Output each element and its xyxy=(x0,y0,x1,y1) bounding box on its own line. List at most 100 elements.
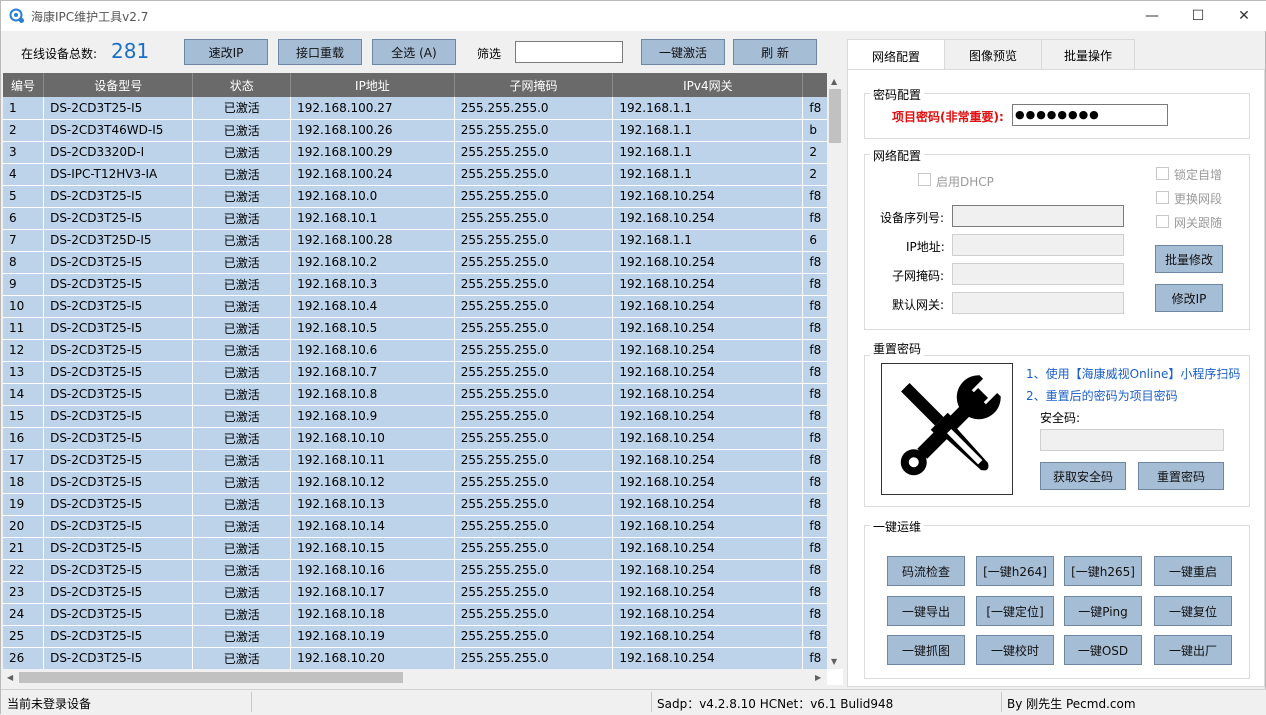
table-row[interactable]: 15 DS-2CD3T25-I5 已激活 192.168.10.9 255.255.25… xyxy=(3,405,843,428)
table-row[interactable]: 1 DS-2CD3T25-I5 已激活 192.168.100.27 255.255.2… xyxy=(3,97,843,120)
close-button[interactable]: ✕ xyxy=(1221,1,1266,31)
refresh-button[interactable]: 刷 新 xyxy=(733,39,817,65)
mask-input[interactable] xyxy=(952,263,1124,285)
maximize-button[interactable]: ☐ xyxy=(1175,1,1221,31)
column-header[interactable]: IPv4网关 xyxy=(612,73,804,97)
column-header[interactable]: IP地址 xyxy=(290,73,455,97)
table-row[interactable]: 23 DS-2CD3T25-I5 已激活 192.168.10.17 255.255.2… xyxy=(3,581,843,604)
gateway-input[interactable] xyxy=(952,292,1124,314)
table-cell: 255.255.255.0 xyxy=(454,537,614,560)
vertical-scrollbar[interactable] xyxy=(827,73,843,669)
table-cell: 255.255.255.0 xyxy=(454,119,614,142)
table-cell: 192.168.10.3 xyxy=(290,273,455,296)
scroll-left-icon[interactable]: ◀ xyxy=(7,673,13,682)
table-cell: 255.255.255.0 xyxy=(454,317,614,340)
minimize-button[interactable]: — xyxy=(1129,1,1175,31)
scroll-right-icon[interactable]: ▶ xyxy=(815,673,821,682)
reset-password-button[interactable]: 重置密码 xyxy=(1138,462,1224,490)
tab-network-config[interactable]: 网络配置 xyxy=(847,39,945,72)
ops-button[interactable]: 一键复位 xyxy=(1154,596,1232,626)
lock-increment-checkbox[interactable] xyxy=(1156,167,1169,180)
table-cell: 192.168.10.14 xyxy=(290,515,455,538)
ops-button[interactable]: [一键定位] xyxy=(976,596,1054,626)
scroll-down-icon[interactable]: ▼ xyxy=(831,657,837,666)
vertical-scroll-thumb[interactable] xyxy=(829,89,841,143)
table-row[interactable]: 5 DS-2CD3T25-I5 已激活 192.168.10.0 255.255.255… xyxy=(3,185,843,208)
scroll-up-icon[interactable]: ▲ xyxy=(831,77,837,86)
serial-input[interactable] xyxy=(952,205,1124,227)
status-bar: 当前未登录设备 Sadp：v4.2.8.10 HCNet：v6.1 Bulid9… xyxy=(1,689,1266,715)
column-header[interactable]: 设备型号 xyxy=(43,73,194,97)
security-code-input[interactable] xyxy=(1040,429,1224,451)
filter-input[interactable] xyxy=(515,41,623,63)
lock-increment-label: 锁定自增 xyxy=(1174,168,1223,182)
activate-all-button[interactable]: 一键激活 xyxy=(641,39,725,65)
table-cell: 已激活 xyxy=(192,229,292,252)
table-row[interactable]: 18 DS-2CD3T25-I5 已激活 192.168.10.12 255.255.2… xyxy=(3,471,843,494)
table-cell: 9 xyxy=(3,273,45,296)
table-row[interactable]: 17 DS-2CD3T25-I5 已激活 192.168.10.11 255.255.2… xyxy=(3,449,843,472)
fast-ip-button[interactable]: 速改IP xyxy=(184,39,268,65)
ops-button[interactable]: 一键导出 xyxy=(887,596,965,626)
table-cell: 13 xyxy=(3,361,45,384)
tab-batch-ops[interactable]: 批量操作 xyxy=(1041,39,1135,71)
table-cell: 已激活 xyxy=(192,163,292,186)
table-row[interactable]: 6 DS-2CD3T25-I5 已激活 192.168.10.1 255.255.255… xyxy=(3,207,843,230)
column-header[interactable]: 编号 xyxy=(3,73,45,97)
modify-ip-button[interactable]: 修改IP xyxy=(1155,284,1223,312)
dhcp-checkbox[interactable] xyxy=(918,173,931,186)
reload-api-button[interactable]: 接口重载 xyxy=(278,39,362,65)
table-cell: 192.168.100.24 xyxy=(290,163,455,186)
tab-image-preview[interactable]: 图像预览 xyxy=(944,39,1042,71)
change-segment-checkbox[interactable] xyxy=(1156,191,1169,204)
ip-input[interactable] xyxy=(952,234,1124,256)
table-row[interactable]: 10 DS-2CD3T25-I5 已激活 192.168.10.4 255.255.25… xyxy=(3,295,843,318)
table-row[interactable]: 14 DS-2CD3T25-I5 已激活 192.168.10.8 255.255.25… xyxy=(3,383,843,406)
table-cell: 255.255.255.0 xyxy=(454,295,614,318)
table-row[interactable]: 21 DS-2CD3T25-I5 已激活 192.168.10.15 255.255.2… xyxy=(3,537,843,560)
horizontal-scroll-thumb[interactable] xyxy=(19,672,403,683)
table-row[interactable]: 4 DS-IPC-T12HV3-IA 已激活 192.168.100.24 255.25… xyxy=(3,163,843,186)
ops-button[interactable]: 一键校时 xyxy=(976,635,1054,665)
ops-button[interactable]: 一键抓图 xyxy=(887,635,965,665)
gateway-follow-checkbox[interactable] xyxy=(1156,215,1169,228)
ops-button[interactable]: 一键出厂 xyxy=(1154,635,1232,665)
column-header[interactable]: 状态 xyxy=(192,73,292,97)
table-row[interactable]: 26 DS-2CD3T25-I5 已激活 192.168.10.20 255.255.2… xyxy=(3,647,843,670)
table-row[interactable]: 20 DS-2CD3T25-I5 已激活 192.168.10.14 255.255.2… xyxy=(3,515,843,538)
table-row[interactable]: 3 DS-2CD3320D-I 已激活 192.168.100.29 255.255.2… xyxy=(3,141,843,164)
column-header[interactable]: 子网掩码 xyxy=(454,73,614,97)
table-cell: 192.168.10.254 xyxy=(612,537,804,560)
table-row[interactable]: 13 DS-2CD3T25-I5 已激活 192.168.10.7 255.255.25… xyxy=(3,361,843,384)
table-row[interactable]: 25 DS-2CD3T25-I5 已激活 192.168.10.19 255.255.2… xyxy=(3,625,843,648)
ops-button[interactable]: [一键h265] xyxy=(1064,556,1142,586)
table-cell: 已激活 xyxy=(192,295,292,318)
table-row[interactable]: 9 DS-2CD3T25-I5 已激活 192.168.10.3 255.255.255… xyxy=(3,273,843,296)
table-row[interactable]: 7 DS-2CD3T25D-I5 已激活 192.168.100.28 255.255.… xyxy=(3,229,843,252)
project-password-input[interactable]: ●●●●●●●● xyxy=(1012,104,1168,126)
ops-button[interactable]: 一键OSD xyxy=(1064,635,1142,665)
ops-button[interactable]: 码流检查 xyxy=(887,556,965,586)
ops-button[interactable]: 一键Ping xyxy=(1064,596,1142,626)
table-row[interactable]: 11 DS-2CD3T25-I5 已激活 192.168.10.5 255.255.25… xyxy=(3,317,843,340)
table-cell: 192.168.10.254 xyxy=(612,625,804,648)
table-row[interactable]: 16 DS-2CD3T25-I5 已激活 192.168.10.10 255.255.2… xyxy=(3,427,843,450)
batch-modify-button[interactable]: 批量修改 xyxy=(1155,245,1223,273)
ops-button[interactable]: [一键h264] xyxy=(976,556,1054,586)
table-row[interactable]: 19 DS-2CD3T25-I5 已激活 192.168.10.13 255.255.2… xyxy=(3,493,843,516)
table-cell: 192.168.10.6 xyxy=(290,339,455,362)
get-security-code-button[interactable]: 获取安全码 xyxy=(1040,462,1126,490)
table-cell: 已激活 xyxy=(192,141,292,164)
select-all-button[interactable]: 全选 (A) xyxy=(372,39,456,65)
table-row[interactable]: 2 DS-2CD3T46WD-I5 已激活 192.168.100.26 255.255… xyxy=(3,119,843,142)
table-cell: 已激活 xyxy=(192,625,292,648)
device-table[interactable]: 编号 设备型号 状态 IP地址 子网掩码 IPv4网关 1 DS-2CD3T25-I5 已激活… xyxy=(3,73,843,685)
app-window: 海康IPC维护工具v2.7 — ☐ ✕ 在线设备总数: 281 速改IP 接口重… xyxy=(0,0,1266,715)
table-row[interactable]: 8 DS-2CD3T25-I5 已激活 192.168.10.2 255.255.255… xyxy=(3,251,843,274)
table-row[interactable]: 12 DS-2CD3T25-I5 已激活 192.168.10.6 255.255.25… xyxy=(3,339,843,362)
table-cell: 192.168.10.254 xyxy=(612,207,804,230)
table-cell: 255.255.255.0 xyxy=(454,361,614,384)
table-row[interactable]: 22 DS-2CD3T25-I5 已激活 192.168.10.16 255.255.2… xyxy=(3,559,843,582)
ops-button[interactable]: 一键重启 xyxy=(1154,556,1232,586)
table-row[interactable]: 24 DS-2CD3T25-I5 已激活 192.168.10.18 255.255.2… xyxy=(3,603,843,626)
